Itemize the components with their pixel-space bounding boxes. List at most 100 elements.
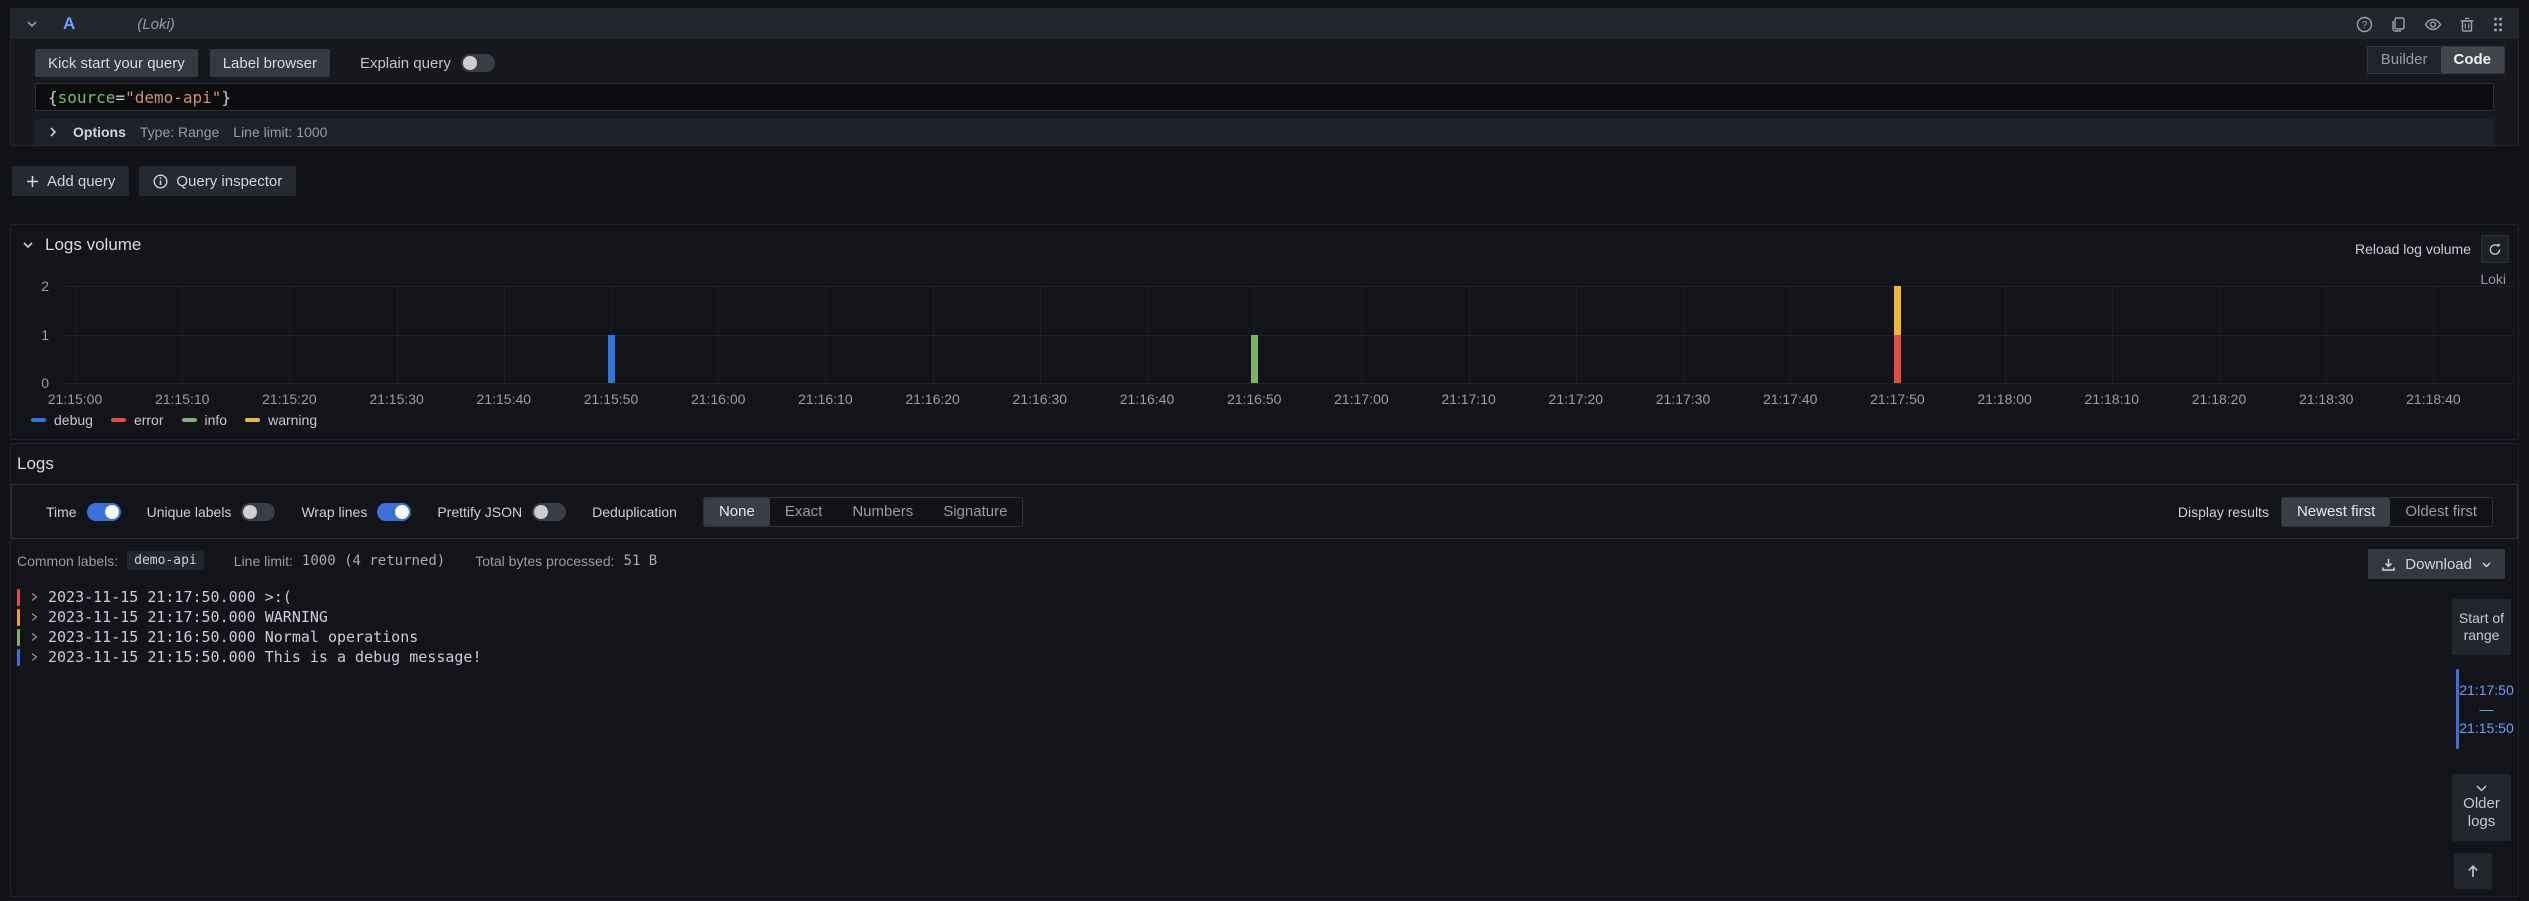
log-row-info[interactable]: 2023-11-15 21:16:50.000 Normal operation… — [17, 627, 2438, 647]
log-timestamp: 2023-11-15 21:15:50.000 — [48, 648, 265, 666]
toggle-switch-wrap-lines[interactable] — [377, 503, 411, 521]
toggle-unique-labels: Unique labels — [147, 503, 276, 521]
log-level-indicator-info — [17, 629, 20, 646]
chart-bar-error — [1894, 335, 1901, 384]
dedup-option-signature[interactable]: Signature — [928, 498, 1022, 526]
logs-volume-chart: 01221:15:0021:15:1021:15:2021:15:3021:15… — [11, 225, 2518, 439]
duplicate-query-icon[interactable] — [2388, 14, 2409, 35]
query-code-editor[interactable]: {source="demo-api"} — [35, 83, 2494, 111]
legend-swatch-info — [182, 418, 197, 422]
older-logs-button[interactable]: Older logs — [2452, 774, 2511, 841]
legend-item-warning[interactable]: warning — [245, 412, 317, 428]
y-gridline — [63, 335, 2514, 336]
toggle-label: Wrap lines — [301, 504, 367, 520]
expand-log-row-icon[interactable] — [29, 611, 39, 623]
legend-item-info[interactable]: info — [182, 412, 228, 428]
y-axis-tick-label: 0 — [15, 375, 49, 391]
logs-volume-panel: Logs volume Reload log volume Loki 01221… — [10, 224, 2519, 440]
x-axis-tick-label: 21:17:00 — [1316, 391, 1406, 407]
display-option-newest-first[interactable]: Newest first — [2282, 498, 2390, 526]
expand-log-row-icon[interactable] — [29, 591, 39, 603]
y-axis-tick-label: 1 — [15, 327, 49, 343]
x-gridline — [1790, 286, 1791, 383]
log-timestamp: 2023-11-15 21:16:50.000 — [48, 628, 265, 646]
x-axis-tick-label: 21:17:50 — [1852, 391, 1942, 407]
legend-label: debug — [54, 412, 93, 428]
toggle-switch-prettify-json[interactable] — [532, 503, 566, 521]
legend-swatch-error — [111, 418, 126, 422]
toggle-switch-unique-labels[interactable] — [241, 503, 275, 521]
query-close-brace: } — [221, 88, 231, 107]
x-axis-tick-label: 21:15:20 — [244, 391, 334, 407]
query-inspector-button[interactable]: Query inspector — [139, 166, 296, 196]
log-level-indicator-error — [17, 589, 20, 606]
query-row-header: A (Loki) ? — [11, 9, 2518, 39]
explain-query-label: Explain query — [360, 55, 451, 72]
toggle-knob — [105, 505, 119, 519]
logs-toggle-group: TimeUnique labelsWrap linesPrettify JSON — [46, 503, 566, 521]
query-operator: = — [115, 88, 125, 107]
x-axis-tick-label: 21:15:10 — [137, 391, 227, 407]
legend-item-error[interactable]: error — [111, 412, 164, 428]
toggle-label: Unique labels — [147, 504, 232, 520]
legend-swatch-warning — [245, 418, 260, 422]
log-row-debug[interactable]: 2023-11-15 21:15:50.000 This is a debug … — [17, 647, 2438, 667]
range-separator: — — [2480, 701, 2494, 717]
x-gridline — [1469, 286, 1470, 383]
query-ref-id: A — [63, 14, 75, 34]
explain-query-toggle[interactable] — [461, 54, 495, 72]
expand-log-row-icon[interactable] — [29, 651, 39, 663]
query-options-row[interactable]: Options Type: Range Line limit: 1000 — [35, 119, 2494, 145]
legend-label: info — [205, 412, 228, 428]
kick-start-query-button[interactable]: Kick start your query — [35, 49, 198, 77]
x-axis-tick-label: 21:16:50 — [1209, 391, 1299, 407]
x-gridline — [2219, 286, 2220, 383]
options-line-limit: Line limit: 1000 — [233, 124, 327, 140]
common-labels: Common labels: demo-api — [17, 551, 204, 570]
label-browser-button[interactable]: Label browser — [210, 49, 330, 77]
display-results-label: Display results — [2178, 504, 2269, 520]
query-editor-card: A (Loki) ? — [10, 8, 2519, 146]
hide-query-eye-icon[interactable] — [2422, 14, 2444, 35]
scroll-to-top-button[interactable] — [2454, 853, 2492, 889]
x-axis-tick-label: 21:16:20 — [888, 391, 978, 407]
display-option-oldest-first[interactable]: Oldest first — [2390, 498, 2492, 526]
editor-mode-code[interactable]: Code — [2441, 47, 2505, 73]
x-gridline — [504, 286, 505, 383]
log-range-indicator[interactable]: 21:17:50 — 21:15:50 — [2452, 669, 2511, 749]
start-of-range-button[interactable]: Start of range — [2452, 599, 2511, 655]
help-icon[interactable]: ? — [2354, 14, 2375, 35]
toggle-switch-time[interactable] — [87, 503, 121, 521]
log-row-warning[interactable]: 2023-11-15 21:17:50.000 WARNING — [17, 607, 2438, 627]
range-indicator-bar — [2456, 669, 2459, 749]
download-button[interactable]: Download — [2368, 549, 2505, 579]
x-axis-tick-label: 21:18:30 — [2281, 391, 2371, 407]
x-axis-tick-label: 21:15:30 — [352, 391, 442, 407]
line-limit-value: 1000 (4 returned) — [302, 553, 445, 569]
x-gridline — [825, 286, 826, 383]
add-query-button[interactable]: Add query — [12, 166, 129, 196]
dedup-option-none[interactable]: None — [704, 498, 770, 526]
options-type: Type: Range — [140, 124, 219, 140]
x-gridline — [182, 286, 183, 383]
line-limit-label: Line limit: — [234, 553, 293, 569]
delete-query-trash-icon[interactable] — [2457, 14, 2477, 35]
log-message: Normal operations — [265, 628, 419, 646]
log-row-error[interactable]: 2023-11-15 21:17:50.000 >:( — [17, 587, 2438, 607]
legend-item-debug[interactable]: debug — [31, 412, 93, 428]
chart-bar-debug — [608, 335, 615, 384]
dedup-option-exact[interactable]: Exact — [770, 498, 838, 526]
total-bytes: Total bytes processed: 51 B — [475, 553, 657, 569]
log-message: This is a debug message! — [265, 648, 482, 666]
query-editor-body: Kick start your query Label browser Expl… — [11, 39, 2518, 145]
x-axis-tick-label: 21:16:10 — [780, 391, 870, 407]
query-open-brace: { — [48, 88, 58, 107]
editor-mode-builder[interactable]: Builder — [2368, 47, 2441, 73]
dedup-option-numbers[interactable]: Numbers — [837, 498, 928, 526]
x-axis-tick-label: 21:17:20 — [1531, 391, 1621, 407]
collapse-query-row-icon[interactable] — [23, 15, 41, 33]
expand-log-row-icon[interactable] — [29, 631, 39, 643]
display-results-radio-group: Newest firstOldest first — [2281, 497, 2493, 527]
drag-handle-icon[interactable] — [2490, 14, 2506, 35]
logs-meta-row: Common labels: demo-api Line limit: 1000… — [17, 551, 657, 570]
